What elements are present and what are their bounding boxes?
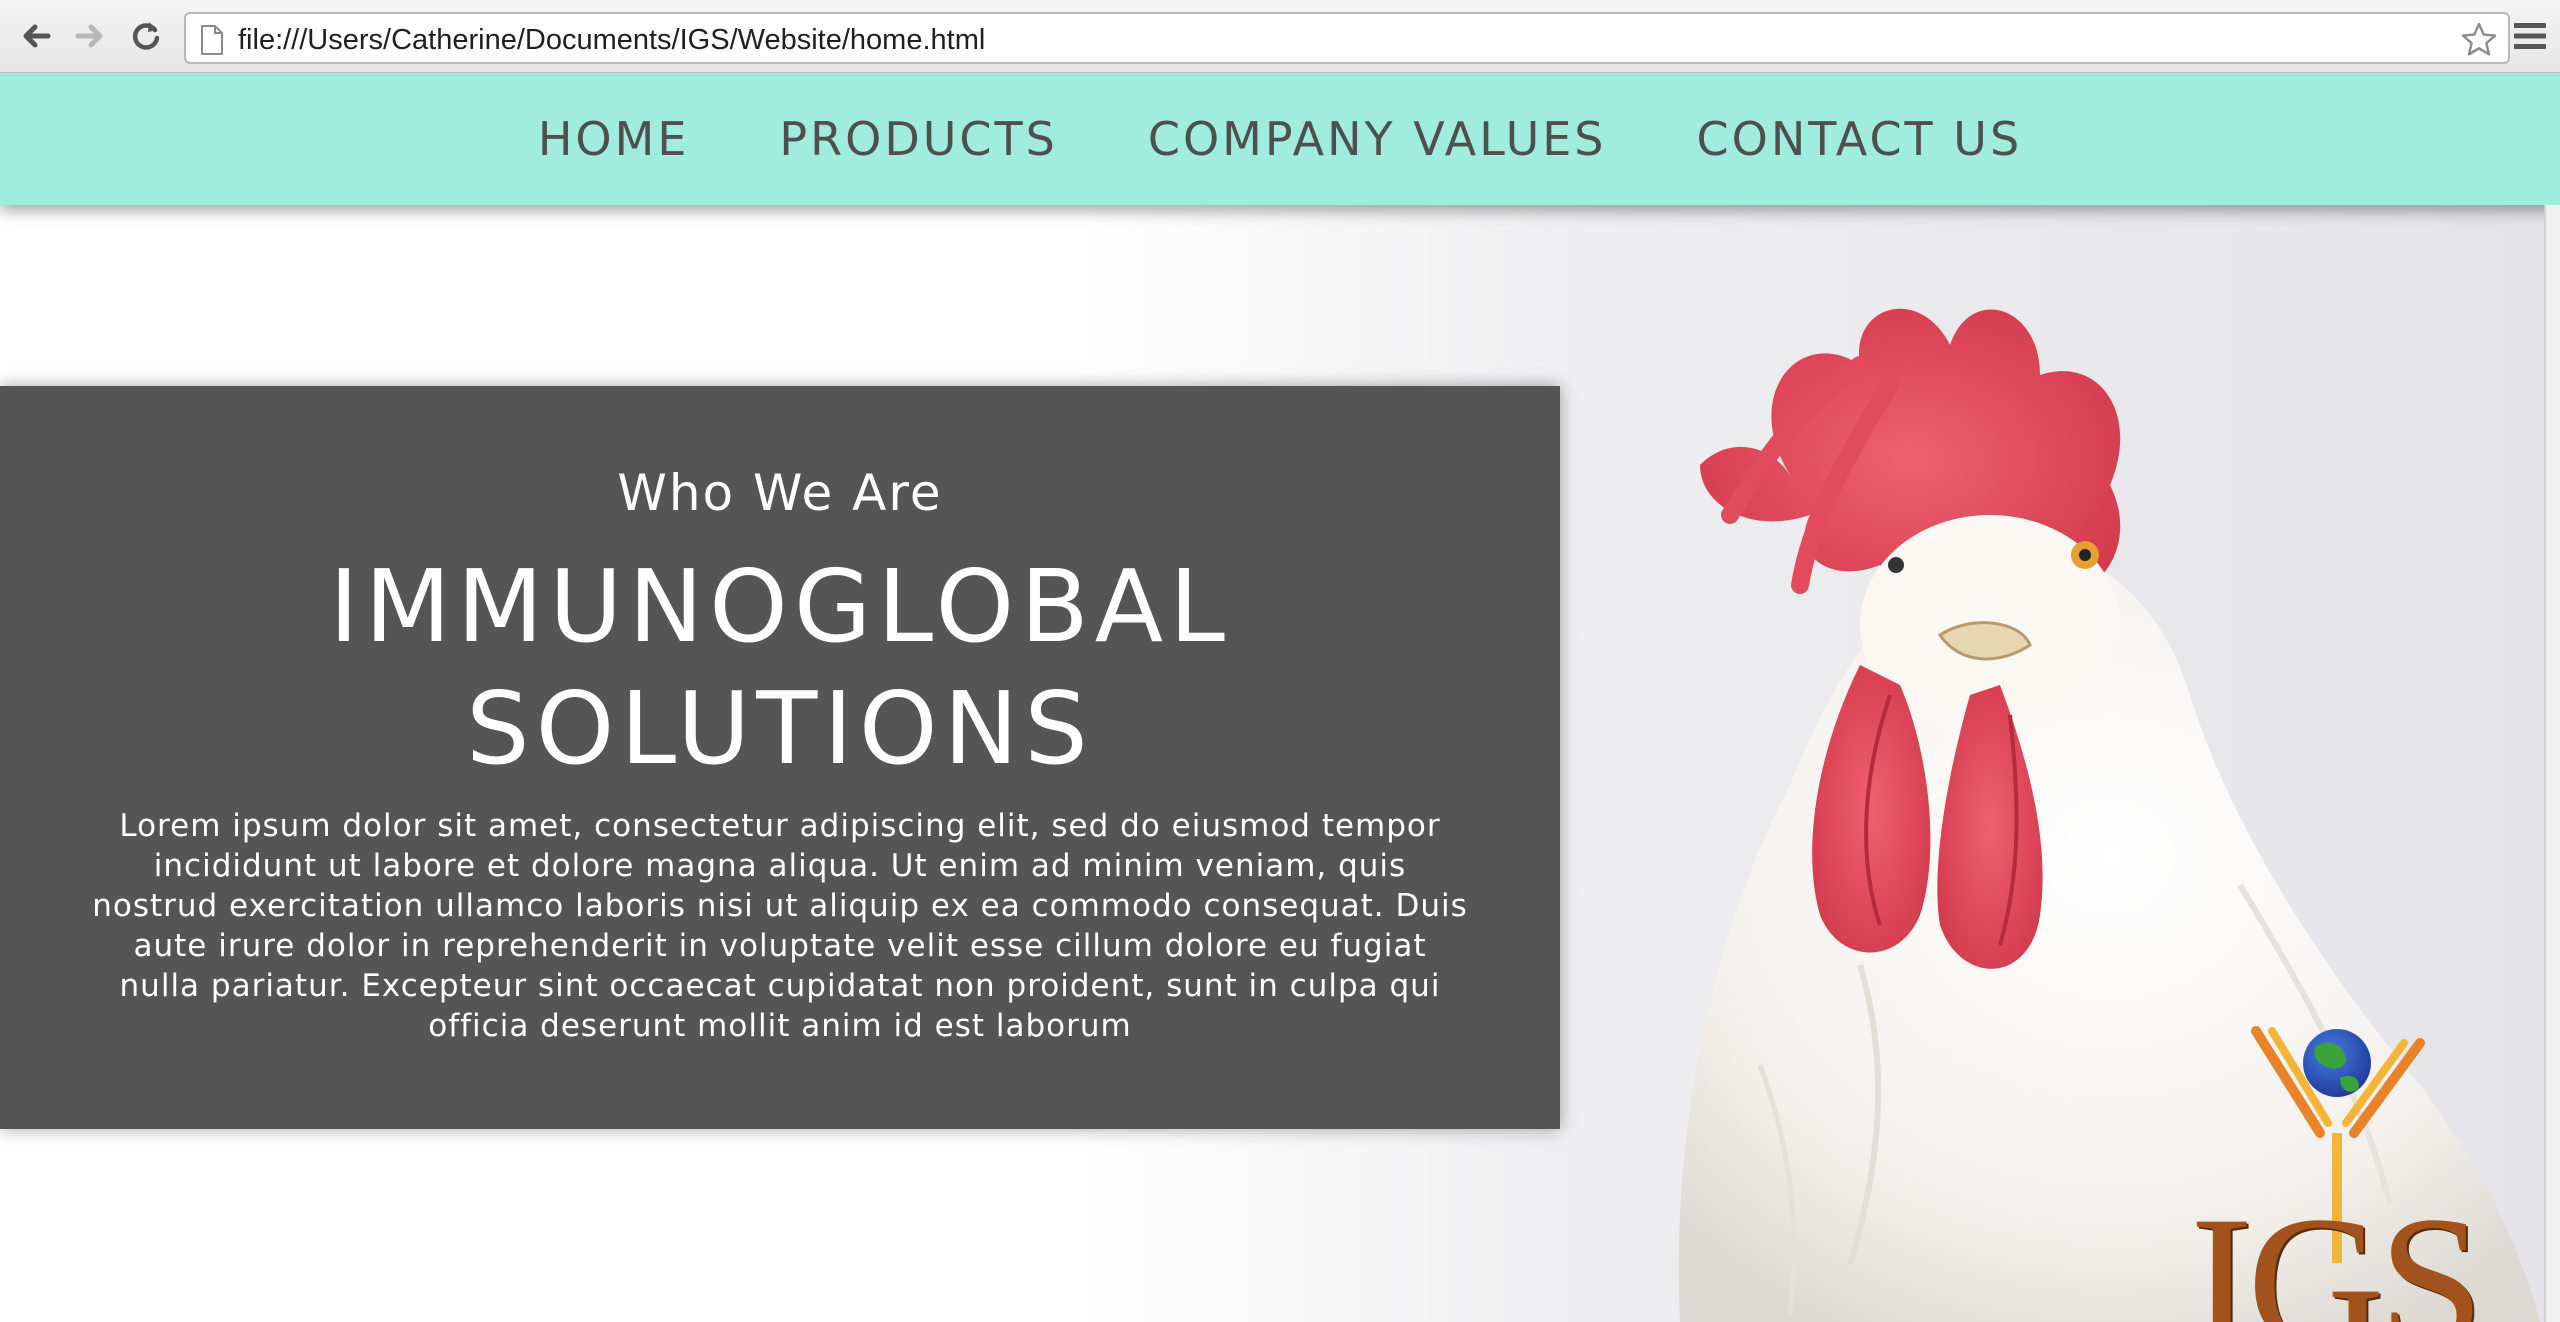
- nav-link-home[interactable]: HOME: [538, 112, 690, 166]
- nav-link-products[interactable]: PRODUCTS: [779, 112, 1057, 166]
- back-arrow-icon: [23, 24, 51, 48]
- who-we-are-panel: Who We Are IMMUNOGLOBAL SOLUTIONS Lorem …: [0, 386, 1560, 1129]
- back-button[interactable]: [12, 12, 60, 60]
- forward-button[interactable]: [66, 12, 114, 60]
- title-line-2: SOLUTIONS: [466, 670, 1094, 787]
- browser-toolbar: file:///Users/Catherine/Documents/IGS/We…: [0, 0, 2560, 73]
- logo-text: IGS: [2190, 1178, 2484, 1322]
- url-text[interactable]: file:///Users/Catherine/Documents/IGS/We…: [238, 24, 985, 57]
- panel-body-text: Lorem ipsum dolor sit amet, consectetur …: [92, 808, 1468, 1044]
- address-bar[interactable]: file:///Users/Catherine/Documents/IGS/We…: [184, 12, 2510, 64]
- title-line-1: IMMUNOGLOBAL: [329, 548, 1231, 665]
- forward-arrow-icon: [75, 24, 103, 48]
- hamburger-menu-icon[interactable]: [2508, 14, 2552, 58]
- panel-subtitle: Who We Are: [617, 464, 943, 522]
- site-navigation: HOME PRODUCTS COMPANY VALUES CONTACT US: [0, 73, 2560, 205]
- igs-logo: IGS: [2180, 1023, 2500, 1322]
- page-icon: [201, 25, 223, 55]
- star-icon[interactable]: [2460, 21, 2498, 59]
- nav-link-company-values[interactable]: COMPANY VALUES: [1148, 112, 1607, 166]
- reload-button[interactable]: [122, 12, 170, 60]
- nav-link-contact-us[interactable]: CONTACT US: [1697, 112, 2023, 166]
- web-page: HOME PRODUCTS COMPANY VALUES CONTACT US: [0, 73, 2560, 1322]
- reload-icon: [132, 22, 160, 50]
- page-title: IMMUNOGLOBAL SOLUTIONS: [0, 546, 1560, 790]
- vertical-scrollbar[interactable]: [2544, 205, 2560, 1322]
